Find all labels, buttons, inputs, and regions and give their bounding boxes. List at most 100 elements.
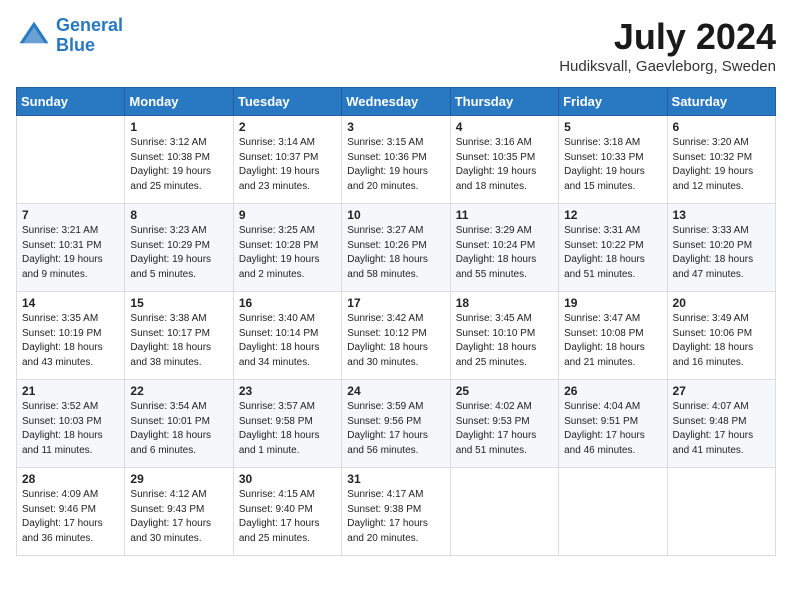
weekday-header-friday: Friday xyxy=(559,88,667,116)
day-number: 5 xyxy=(564,120,661,134)
day-number: 4 xyxy=(456,120,553,134)
day-number: 10 xyxy=(347,208,444,222)
calendar-cell: 8Sunrise: 3:23 AM Sunset: 10:29 PM Dayli… xyxy=(125,204,233,292)
page-header: General Blue July 2024 Hudiksvall, Gaevl… xyxy=(16,16,776,75)
day-info: Sunrise: 4:12 AM Sunset: 9:43 PM Dayligh… xyxy=(130,488,227,546)
day-number: 21 xyxy=(22,384,119,398)
calendar-cell: 2 Sunrise: 3:14 AM Sunset: 10:37 PM Dayli… xyxy=(233,116,341,204)
day-number: 13 xyxy=(673,208,770,222)
day-number: 16 xyxy=(239,296,336,310)
day-info: Sunrise: 3:47 AM Sunset: 10:08 PM Daylig… xyxy=(564,312,661,370)
logo: General Blue xyxy=(16,16,123,56)
day-info: Sunrise: 3:42 AM Sunset: 10:12 PM Daylig… xyxy=(347,312,444,370)
day-info: Sunrise: 3:54 AM Sunset: 10:01 PM Daylig… xyxy=(130,400,227,458)
day-info: Sunrise: 3:12 AM Sunset: 10:38 PM Daylig… xyxy=(130,136,227,194)
calendar-cell: 29 Sunrise: 4:12 AM Sunset: 9:43 PM Dayli… xyxy=(125,468,233,556)
title-area: July 2024 Hudiksvall, Gaevleborg, Sweden xyxy=(559,16,776,75)
day-info: Sunrise: 3:45 AM Sunset: 10:10 PM Daylig… xyxy=(456,312,553,370)
calendar-week-2: 7 Sunrise: 3:21 AM Sunset: 10:31 PM Dayli… xyxy=(17,204,776,292)
calendar-table: SundayMondayTuesdayWednesdayThursdayFrid… xyxy=(16,87,776,556)
month-title: July 2024 xyxy=(559,16,776,58)
day-number: 28 xyxy=(22,472,119,486)
calendar-week-5: 28Sunrise: 4:09 AM Sunset: 9:46 PM Dayli… xyxy=(17,468,776,556)
day-info: Sunrise: 3:35 AM Sunset: 10:19 PM Daylig… xyxy=(22,312,119,370)
logo-line1: General xyxy=(56,15,123,35)
day-info: Sunrise: 3:18 AM Sunset: 10:33 PM Daylig… xyxy=(564,136,661,194)
day-number: 26 xyxy=(564,384,661,398)
day-info: Sunrise: 3:52 AM Sunset: 10:03 PM Daylig… xyxy=(22,400,119,458)
day-number: 3 xyxy=(347,120,444,134)
calendar-cell: 24 Sunrise: 3:59 AM Sunset: 9:56 PM Dayli… xyxy=(342,380,450,468)
day-number: 29 xyxy=(130,472,227,486)
logo-text: General Blue xyxy=(56,16,123,56)
calendar-week-4: 21 Sunrise: 3:52 AM Sunset: 10:03 PM Dayl… xyxy=(17,380,776,468)
calendar-cell xyxy=(450,468,558,556)
day-number: 19 xyxy=(564,296,661,310)
calendar-cell: 6Sunrise: 3:20 AM Sunset: 10:32 PM Dayli… xyxy=(667,116,775,204)
calendar-cell: 17 Sunrise: 3:42 AM Sunset: 10:12 PM Dayl… xyxy=(342,292,450,380)
day-number: 11 xyxy=(456,208,553,222)
calendar-cell: 11 Sunrise: 3:29 AM Sunset: 10:24 PM Dayl… xyxy=(450,204,558,292)
weekday-header-row: SundayMondayTuesdayWednesdayThursdayFrid… xyxy=(17,88,776,116)
day-info: Sunrise: 3:29 AM Sunset: 10:24 PM Daylig… xyxy=(456,224,553,282)
calendar-cell: 3Sunrise: 3:15 AM Sunset: 10:36 PM Dayli… xyxy=(342,116,450,204)
day-info: Sunrise: 4:04 AM Sunset: 9:51 PM Dayligh… xyxy=(564,400,661,458)
calendar-cell: 21 Sunrise: 3:52 AM Sunset: 10:03 PM Dayl… xyxy=(17,380,125,468)
logo-line2: Blue xyxy=(56,35,95,55)
day-info: Sunrise: 3:31 AM Sunset: 10:22 PM Daylig… xyxy=(564,224,661,282)
day-number: 9 xyxy=(239,208,336,222)
calendar-cell: 14Sunrise: 3:35 AM Sunset: 10:19 PM Dayl… xyxy=(17,292,125,380)
day-number: 12 xyxy=(564,208,661,222)
calendar-cell: 28Sunrise: 4:09 AM Sunset: 9:46 PM Dayli… xyxy=(17,468,125,556)
calendar-cell: 19 Sunrise: 3:47 AM Sunset: 10:08 PM Dayl… xyxy=(559,292,667,380)
calendar-cell: 12 Sunrise: 3:31 AM Sunset: 10:22 PM Dayl… xyxy=(559,204,667,292)
day-info: Sunrise: 3:20 AM Sunset: 10:32 PM Daylig… xyxy=(673,136,770,194)
day-info: Sunrise: 4:07 AM Sunset: 9:48 PM Dayligh… xyxy=(673,400,770,458)
calendar-cell: 23Sunrise: 3:57 AM Sunset: 9:58 PM Dayli… xyxy=(233,380,341,468)
logo-icon xyxy=(16,18,52,54)
day-number: 24 xyxy=(347,384,444,398)
day-info: Sunrise: 3:23 AM Sunset: 10:29 PM Daylig… xyxy=(130,224,227,282)
calendar-cell: 27Sunrise: 4:07 AM Sunset: 9:48 PM Dayli… xyxy=(667,380,775,468)
day-info: Sunrise: 3:59 AM Sunset: 9:56 PM Dayligh… xyxy=(347,400,444,458)
calendar-cell: 4 Sunrise: 3:16 AM Sunset: 10:35 PM Dayli… xyxy=(450,116,558,204)
calendar-cell: 30 Sunrise: 4:15 AM Sunset: 9:40 PM Dayli… xyxy=(233,468,341,556)
calendar-cell: 18Sunrise: 3:45 AM Sunset: 10:10 PM Dayl… xyxy=(450,292,558,380)
calendar-week-1: 1 Sunrise: 3:12 AM Sunset: 10:38 PM Dayli… xyxy=(17,116,776,204)
day-number: 17 xyxy=(347,296,444,310)
day-number: 20 xyxy=(673,296,770,310)
day-info: Sunrise: 3:57 AM Sunset: 9:58 PM Dayligh… xyxy=(239,400,336,458)
day-number: 22 xyxy=(130,384,227,398)
weekday-header-thursday: Thursday xyxy=(450,88,558,116)
day-info: Sunrise: 3:40 AM Sunset: 10:14 PM Daylig… xyxy=(239,312,336,370)
day-info: Sunrise: 3:21 AM Sunset: 10:31 PM Daylig… xyxy=(22,224,119,282)
calendar-cell: 1 Sunrise: 3:12 AM Sunset: 10:38 PM Dayli… xyxy=(125,116,233,204)
day-info: Sunrise: 3:49 AM Sunset: 10:06 PM Daylig… xyxy=(673,312,770,370)
day-number: 30 xyxy=(239,472,336,486)
day-info: Sunrise: 3:27 AM Sunset: 10:26 PM Daylig… xyxy=(347,224,444,282)
day-info: Sunrise: 4:02 AM Sunset: 9:53 PM Dayligh… xyxy=(456,400,553,458)
day-info: Sunrise: 3:33 AM Sunset: 10:20 PM Daylig… xyxy=(673,224,770,282)
day-info: Sunrise: 3:14 AM Sunset: 10:37 PM Daylig… xyxy=(239,136,336,194)
day-number: 1 xyxy=(130,120,227,134)
day-number: 2 xyxy=(239,120,336,134)
day-number: 7 xyxy=(22,208,119,222)
day-info: Sunrise: 4:15 AM Sunset: 9:40 PM Dayligh… xyxy=(239,488,336,546)
calendar-cell: 10 Sunrise: 3:27 AM Sunset: 10:26 PM Dayl… xyxy=(342,204,450,292)
calendar-cell: 25Sunrise: 4:02 AM Sunset: 9:53 PM Dayli… xyxy=(450,380,558,468)
day-number: 31 xyxy=(347,472,444,486)
day-info: Sunrise: 3:16 AM Sunset: 10:35 PM Daylig… xyxy=(456,136,553,194)
calendar-cell: 16 Sunrise: 3:40 AM Sunset: 10:14 PM Dayl… xyxy=(233,292,341,380)
day-info: Sunrise: 4:17 AM Sunset: 9:38 PM Dayligh… xyxy=(347,488,444,546)
calendar-cell: 9 Sunrise: 3:25 AM Sunset: 10:28 PM Dayli… xyxy=(233,204,341,292)
weekday-header-saturday: Saturday xyxy=(667,88,775,116)
calendar-cell: 22 Sunrise: 3:54 AM Sunset: 10:01 PM Dayl… xyxy=(125,380,233,468)
day-info: Sunrise: 3:25 AM Sunset: 10:28 PM Daylig… xyxy=(239,224,336,282)
calendar-cell xyxy=(17,116,125,204)
weekday-header-tuesday: Tuesday xyxy=(233,88,341,116)
calendar-cell: 26 Sunrise: 4:04 AM Sunset: 9:51 PM Dayli… xyxy=(559,380,667,468)
location-title: Hudiksvall, Gaevleborg, Sweden xyxy=(559,58,776,75)
calendar-cell: 5 Sunrise: 3:18 AM Sunset: 10:33 PM Dayli… xyxy=(559,116,667,204)
calendar-week-3: 14Sunrise: 3:35 AM Sunset: 10:19 PM Dayl… xyxy=(17,292,776,380)
calendar-cell: 7 Sunrise: 3:21 AM Sunset: 10:31 PM Dayli… xyxy=(17,204,125,292)
